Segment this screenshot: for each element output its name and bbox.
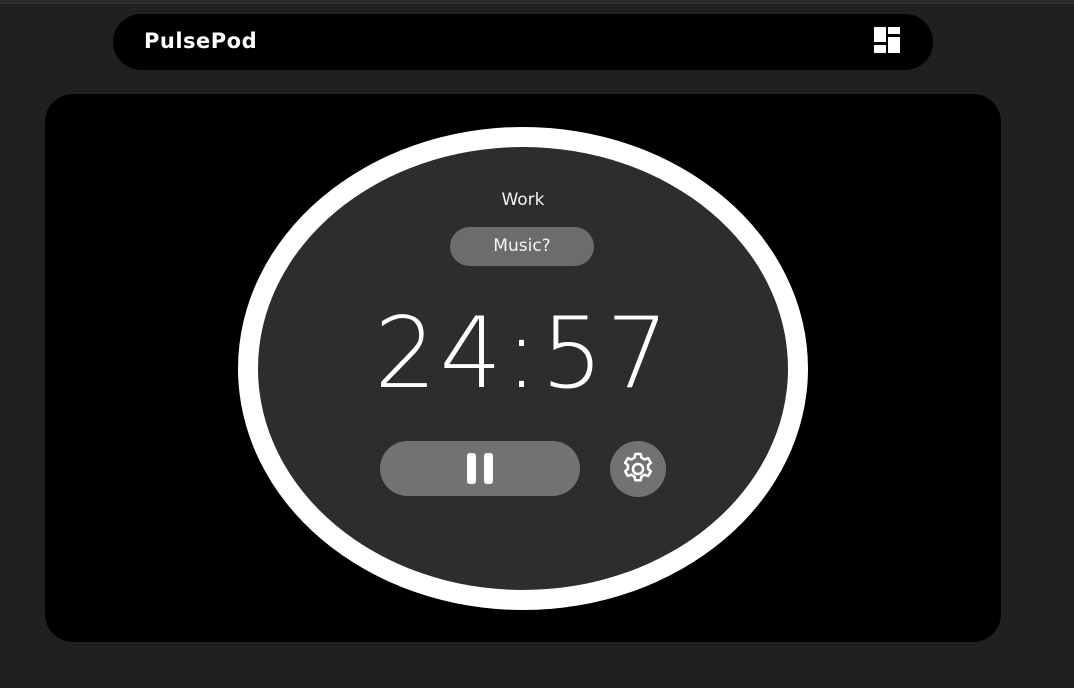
- layout-grid-icon: [874, 27, 900, 53]
- music-button[interactable]: Music?: [450, 227, 594, 266]
- timer-display: 24:57: [374, 297, 672, 411]
- timer-card: Work Music? 24:57: [45, 94, 1001, 642]
- dashboard-layout-icon[interactable]: [873, 26, 901, 54]
- gear-icon: [623, 452, 653, 482]
- pause-button[interactable]: [380, 441, 580, 496]
- top-navbar: PulsePod: [113, 14, 933, 70]
- app-brand: PulsePod: [144, 29, 258, 53]
- pause-icon: [467, 453, 493, 484]
- window-top-strip: [0, 0, 1074, 4]
- settings-button[interactable]: [610, 441, 666, 497]
- timer-mode-label: Work: [501, 190, 545, 210]
- timer-ring: Work Music? 24:57: [238, 127, 808, 610]
